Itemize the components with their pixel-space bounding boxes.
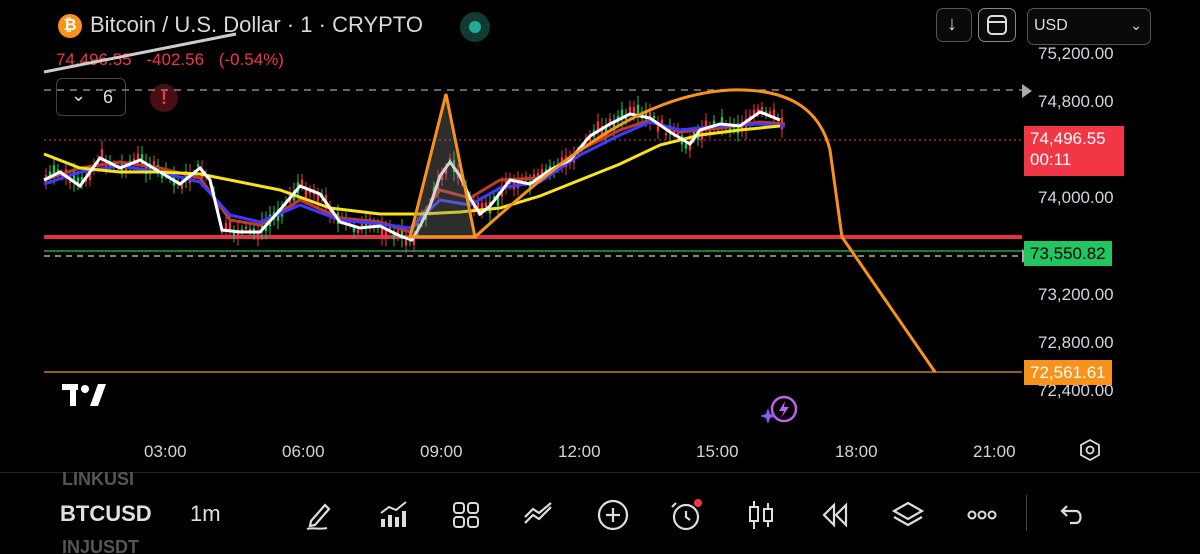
current-price-tag: 74,496.55 00:11 — [1024, 126, 1124, 176]
candle-body — [356, 229, 360, 233]
candle-body — [652, 116, 656, 119]
settings-hexagon-icon[interactable] — [1078, 438, 1102, 462]
bottom-toolbar: LINKUSI BTCUSD INJUSDT 1m — [0, 469, 1200, 554]
projection-path — [473, 88, 937, 373]
undo-button[interactable] — [1052, 497, 1088, 533]
candle-body — [300, 179, 304, 186]
price-line-white — [43, 110, 781, 242]
candle-body — [256, 232, 260, 240]
chevron-down-icon: ⌄ — [1130, 17, 1142, 33]
pattern-triangle — [408, 93, 477, 239]
bar-countdown: 00:11 — [1030, 150, 1072, 169]
layers-icon — [891, 501, 925, 527]
draw-button[interactable] — [301, 497, 337, 533]
candle-body — [768, 111, 772, 115]
time-tick: 12:00 — [558, 442, 601, 461]
price-tick: 73,200.00 — [1038, 285, 1114, 304]
candle-body — [628, 106, 632, 114]
toolbar-divider — [1026, 495, 1027, 531]
more-button[interactable] — [964, 497, 1000, 533]
chart-bars-icon — [380, 501, 407, 527]
time-tick: 18:00 — [835, 442, 878, 461]
time-axis[interactable]: 03:00 06:00 09:00 12:00 15:00 18:00 21:0… — [0, 438, 1200, 468]
replay-icon — [822, 502, 848, 528]
add-circle-icon — [597, 499, 629, 531]
price-tick: 74,000.00 — [1038, 188, 1114, 207]
alert-clock-icon — [671, 499, 702, 531]
trendline-drawing — [43, 32, 237, 74]
more-icon — [967, 510, 997, 520]
layout-button[interactable] — [448, 497, 484, 533]
interval-button[interactable]: 1m — [190, 501, 221, 527]
currency-value: USD — [1034, 17, 1068, 34]
candle-body — [684, 143, 688, 149]
compare-icon — [524, 502, 552, 524]
tradingview-logo — [62, 384, 106, 406]
candles-icon — [749, 501, 773, 529]
add-button[interactable] — [595, 497, 631, 533]
current-price-value: 74,496.55 — [1030, 129, 1106, 148]
replay-button[interactable] — [816, 497, 852, 533]
price-tick: 75,200.00 — [1038, 44, 1114, 63]
candle-body — [316, 194, 320, 202]
axis-arrow-icon — [1022, 84, 1032, 98]
time-tick: 06:00 — [282, 442, 325, 461]
candle-body — [664, 133, 668, 136]
candle-body — [196, 164, 200, 167]
time-tick: 09:00 — [420, 442, 463, 461]
ghost-symbol-above: LINKUSI — [62, 469, 134, 489]
chart-plot[interactable] — [0, 0, 1022, 440]
indicators-button[interactable] — [375, 497, 411, 533]
price-tick: 72,800.00 — [1038, 333, 1114, 352]
time-tick: 03:00 — [144, 442, 187, 461]
compare-button[interactable] — [521, 497, 557, 533]
ghost-symbol-below: INJUSDT — [62, 537, 140, 554]
ai-assistant-icon[interactable] — [760, 394, 800, 426]
pencil-icon — [306, 503, 331, 530]
support-price-tag: 73,550.82 — [1024, 241, 1112, 266]
candle-body — [244, 226, 248, 230]
undo-icon — [1060, 505, 1082, 525]
target-price-tag: 72,561.61 — [1024, 360, 1112, 385]
layers-button[interactable] — [890, 497, 926, 533]
symbol-button[interactable]: BTCUSD — [60, 501, 152, 527]
time-tick: 21:00 — [973, 442, 1016, 461]
chart-type-button[interactable] — [743, 497, 779, 533]
alerts-button[interactable] — [668, 497, 704, 533]
price-tick: 74,800.00 — [1038, 92, 1114, 111]
time-tick: 15:00 — [696, 442, 739, 461]
layout-grid-icon — [453, 502, 479, 528]
